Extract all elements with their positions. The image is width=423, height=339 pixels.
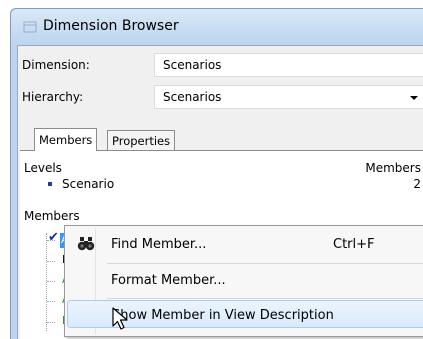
tree-connector (47, 301, 55, 302)
members-header: Members (24, 209, 80, 223)
dimension-value: Scenarios (163, 58, 222, 72)
tab-properties[interactable]: Properties (107, 130, 176, 151)
window-title: Dimension Browser (43, 18, 179, 34)
dimension-field[interactable]: Scenarios (154, 53, 423, 77)
checkmark-icon: ✔ (48, 230, 59, 245)
level-row-count: 2 (413, 177, 421, 191)
levels-header: Levels (24, 161, 62, 175)
dimension-label: Dimension: (22, 58, 90, 72)
tab-properties-label: Properties (112, 134, 171, 148)
menu-item-label: Format Member... (111, 273, 226, 288)
menu-separator (107, 263, 423, 264)
tree-connector (47, 261, 55, 262)
tab-members[interactable]: Members (34, 128, 98, 151)
hierarchy-label: Hierarchy: (22, 90, 84, 104)
tree-connector (47, 281, 55, 282)
chevron-down-icon[interactable] (410, 96, 418, 100)
title-bar[interactable]: Dimension Browser (11, 9, 423, 45)
tree-guide (46, 233, 47, 331)
window-icon (23, 21, 37, 33)
tab-members-label: Members (39, 133, 93, 147)
hierarchy-dropdown[interactable]: Scenarios (154, 85, 423, 109)
level-row-name[interactable]: Scenario (62, 177, 114, 191)
hierarchy-value: Scenarios (163, 90, 222, 104)
menu-item-shortcut: Ctrl+F (333, 237, 375, 252)
mouse-pointer-icon (112, 307, 128, 330)
menu-item-label: Show Member in View Description (112, 308, 334, 323)
binoculars-icon (77, 237, 95, 251)
level-bullet-icon (48, 182, 52, 186)
menu-separator (107, 298, 423, 299)
menu-item-format-member[interactable]: Format Member... (67, 266, 423, 294)
menu-item-find-member[interactable]: Find Member... Ctrl+F (67, 230, 423, 258)
levels-count-header: Members (365, 161, 421, 175)
tree-connector (47, 322, 55, 323)
menu-item-label: Find Member... (111, 237, 207, 252)
